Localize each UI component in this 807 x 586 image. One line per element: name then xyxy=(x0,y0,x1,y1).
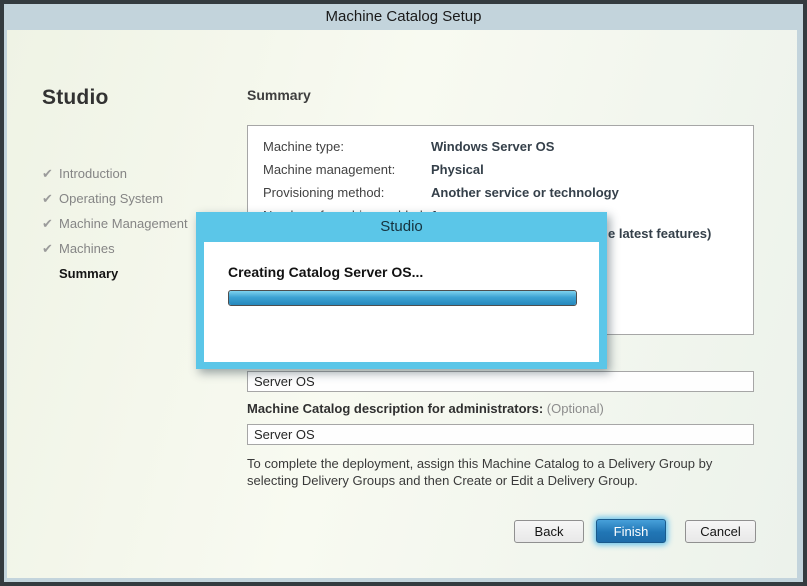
catalog-description-input[interactable] xyxy=(247,424,754,445)
sidebar-item-label: Operating System xyxy=(59,191,163,206)
sidebar-item-label: Introduction xyxy=(59,166,127,181)
sidebar-item-machine-management[interactable]: ✔Machine Management xyxy=(42,216,188,232)
check-icon: ✔ xyxy=(42,191,59,207)
sidebar-item-summary[interactable]: ✔Summary xyxy=(42,266,118,282)
partially-hidden-row-value: e latest features) xyxy=(608,226,711,241)
optional-hint: (Optional) xyxy=(547,401,604,416)
deployment-note: To complete the deployment, assign this … xyxy=(247,455,763,489)
dialog-body: Creating Catalog Server OS... xyxy=(204,242,599,362)
progress-dialog: Studio Creating Catalog Server OS... xyxy=(196,212,607,369)
dialog-message: Creating Catalog Server OS... xyxy=(228,264,423,280)
summary-row-machine-type: Machine type:Windows Server OS xyxy=(263,139,554,154)
row-value: Another service or technology xyxy=(431,185,619,200)
row-label: Machine management: xyxy=(263,162,431,177)
sidebar-item-label: Machine Management xyxy=(59,216,188,231)
summary-row-provisioning-method: Provisioning method:Another service or t… xyxy=(263,185,619,200)
description-label-text: Machine Catalog description for administ… xyxy=(247,401,543,416)
page-title: Summary xyxy=(247,87,311,103)
studio-logo-text: Studio xyxy=(42,86,109,110)
progress-bar-fill xyxy=(229,291,576,305)
window-titlebar: Machine Catalog Setup xyxy=(4,4,803,30)
sidebar-item-label: Summary xyxy=(59,266,118,281)
sidebar-item-label: Machines xyxy=(59,241,115,256)
finish-button[interactable]: Finish xyxy=(596,519,666,543)
sidebar-item-machines[interactable]: ✔Machines xyxy=(42,241,115,257)
row-label: Machine type: xyxy=(263,139,431,154)
summary-row-machine-management: Machine management:Physical xyxy=(263,162,484,177)
dialog-title: Studio xyxy=(196,212,607,242)
catalog-name-input[interactable] xyxy=(247,371,754,392)
cancel-button[interactable]: Cancel xyxy=(685,520,756,543)
row-label: Provisioning method: xyxy=(263,185,431,200)
row-value: Physical xyxy=(431,162,484,177)
back-button[interactable]: Back xyxy=(514,520,584,543)
check-icon: ✔ xyxy=(42,241,59,257)
sidebar-item-introduction[interactable]: ✔Introduction xyxy=(42,166,127,182)
description-label: Machine Catalog description for administ… xyxy=(247,401,604,416)
row-value: Windows Server OS xyxy=(431,139,554,154)
window-title: Machine Catalog Setup xyxy=(326,8,482,25)
progress-bar xyxy=(228,290,577,306)
check-icon: ✔ xyxy=(42,216,59,232)
check-icon: ✔ xyxy=(42,166,59,182)
sidebar-item-operating-system[interactable]: ✔Operating System xyxy=(42,191,163,207)
